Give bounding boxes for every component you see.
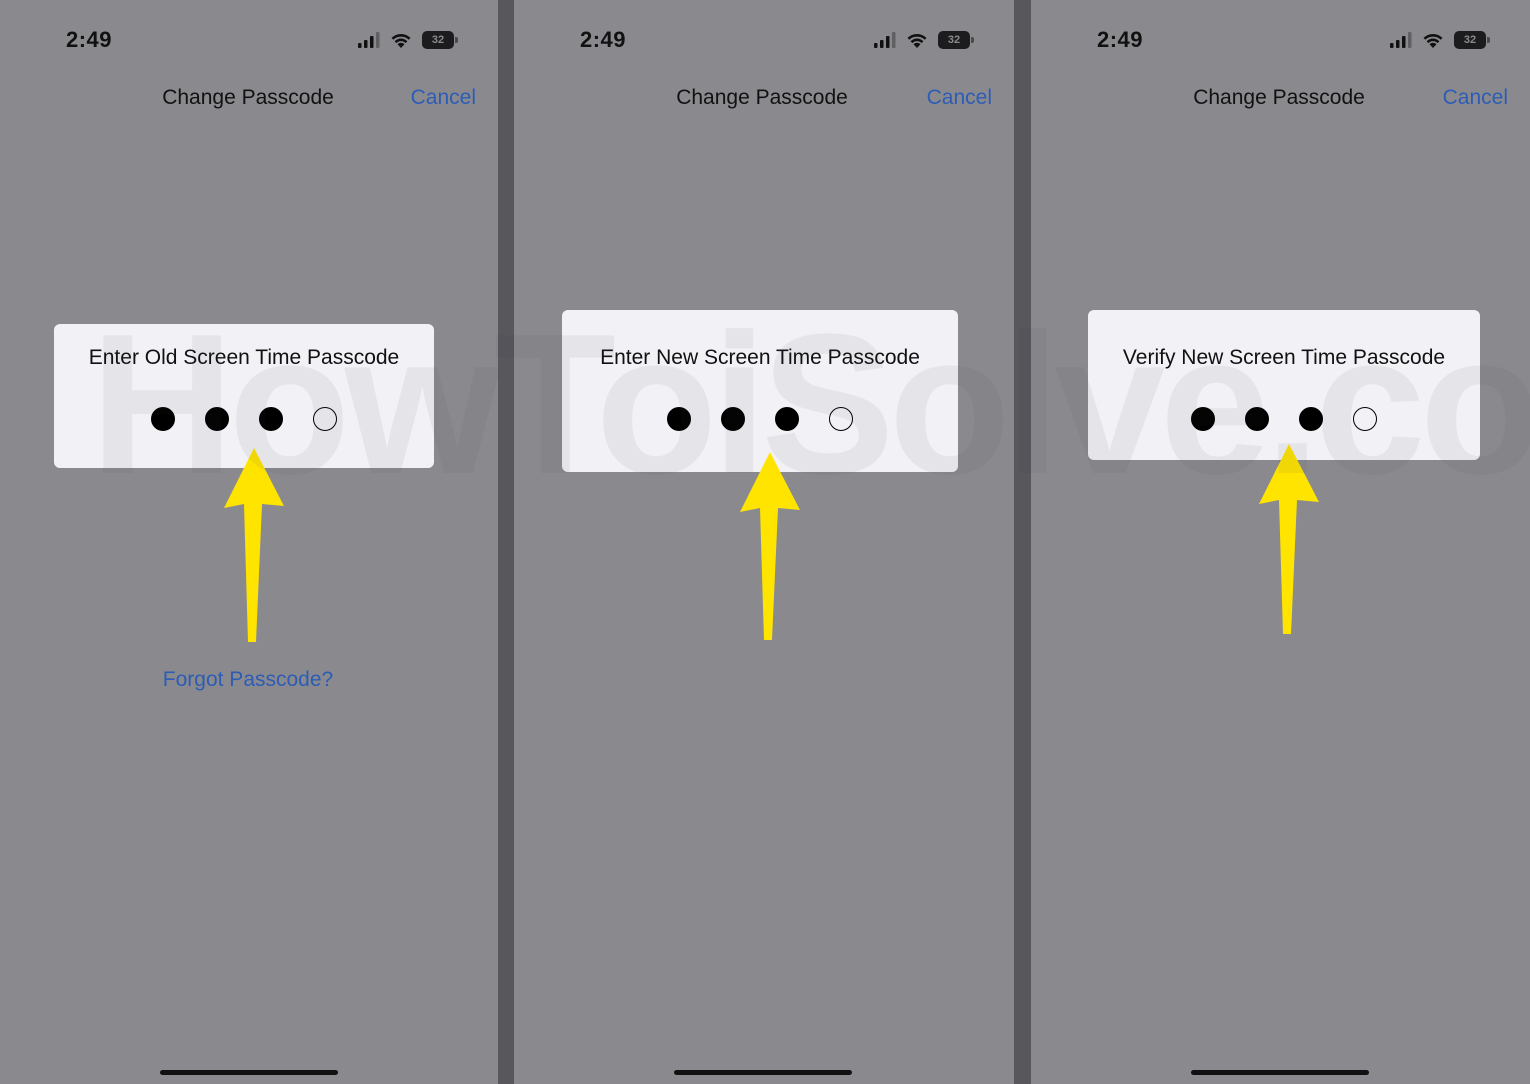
battery-level: 32 bbox=[947, 34, 961, 46]
arrow-up-icon bbox=[740, 452, 800, 640]
passcode-dots[interactable] bbox=[54, 407, 434, 431]
passcode-dot-filled bbox=[1299, 407, 1323, 431]
cancel-button[interactable]: Cancel bbox=[1443, 86, 1508, 110]
status-time: 2:49 bbox=[1097, 27, 1144, 52]
cancel-button[interactable]: Cancel bbox=[411, 86, 476, 110]
signal-icon bbox=[874, 32, 896, 48]
status-time: 2:49 bbox=[66, 27, 113, 52]
passcode-dot-empty bbox=[829, 407, 853, 431]
status-time: 2:49 bbox=[580, 27, 627, 52]
passcode-prompt: Enter New Screen Time Passcode bbox=[600, 346, 920, 369]
passcode-dot-filled bbox=[1191, 407, 1215, 431]
wifi-icon bbox=[907, 33, 927, 48]
passcode-dot-filled bbox=[205, 407, 229, 431]
passcode-dot-empty bbox=[1353, 407, 1377, 431]
passcode-dot-filled bbox=[259, 407, 283, 431]
wifi-icon bbox=[1423, 33, 1443, 48]
battery-icon: 32 bbox=[938, 31, 974, 49]
status-icons: 32 bbox=[358, 30, 458, 50]
passcode-prompt: Verify New Screen Time Passcode bbox=[1122, 346, 1446, 369]
screen-enter-new-passcode: 2:49 32 Change Passcode Cancel Enter New… bbox=[514, 0, 1014, 1084]
arrow-up-icon bbox=[1259, 444, 1319, 634]
passcode-dot-filled bbox=[1245, 407, 1269, 431]
signal-icon bbox=[1390, 32, 1412, 48]
home-indicator[interactable] bbox=[1191, 1070, 1369, 1075]
passcode-dot-filled bbox=[667, 407, 691, 431]
passcode-card: Verify New Screen Time Passcode bbox=[1088, 310, 1480, 460]
status-icons: 32 bbox=[1390, 30, 1490, 50]
battery-level: 32 bbox=[1463, 34, 1477, 46]
home-indicator[interactable] bbox=[674, 1070, 852, 1075]
screen-verify-new-passcode: 2:49 32 Change Passcode Cancel Verify Ne… bbox=[1031, 0, 1530, 1084]
passcode-dots[interactable] bbox=[562, 407, 958, 431]
screen-enter-old-passcode: 2:49 32 Change Passcode Cancel Enter Old… bbox=[0, 0, 498, 1084]
battery-icon: 32 bbox=[1454, 31, 1490, 49]
status-icons: 32 bbox=[874, 30, 974, 50]
passcode-prompt: Enter Old Screen Time Passcode bbox=[88, 346, 400, 369]
arrow-up-icon bbox=[224, 448, 284, 642]
home-indicator[interactable] bbox=[160, 1070, 338, 1075]
battery-icon: 32 bbox=[422, 31, 458, 49]
passcode-card: Enter New Screen Time Passcode bbox=[562, 310, 958, 472]
passcode-dots[interactable] bbox=[1088, 407, 1480, 431]
battery-level: 32 bbox=[431, 34, 445, 46]
wifi-icon bbox=[391, 33, 411, 48]
cancel-button[interactable]: Cancel bbox=[927, 86, 992, 110]
forgot-passcode-link[interactable]: Forgot Passcode? bbox=[0, 668, 496, 692]
passcode-dot-filled bbox=[721, 407, 745, 431]
passcode-dot-filled bbox=[775, 407, 799, 431]
passcode-dot-filled bbox=[151, 407, 175, 431]
signal-icon bbox=[358, 32, 380, 48]
passcode-dot-empty bbox=[313, 407, 337, 431]
